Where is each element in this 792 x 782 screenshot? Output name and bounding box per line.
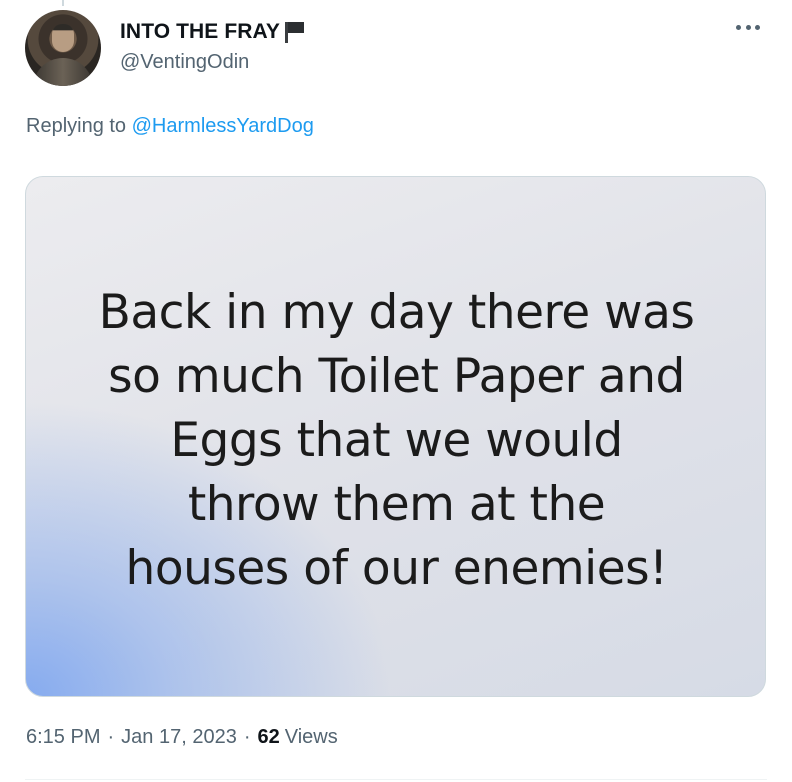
reply-mention-link[interactable]: @HarmlessYardDog	[132, 115, 314, 137]
author-display-name[interactable]: INTO THE FRAY	[120, 20, 305, 44]
meme-text-line: houses of our enemies!	[125, 541, 668, 596]
avatar[interactable]	[25, 10, 101, 86]
display-name-text: INTO THE FRAY	[120, 20, 280, 43]
meme-text-line: so much Toilet Paper and	[108, 349, 685, 404]
tweet-time[interactable]: 6:15 PM	[26, 726, 100, 749]
views-count[interactable]: 62	[257, 726, 279, 749]
replying-prefix: Replying to	[26, 115, 127, 137]
divider	[25, 779, 767, 780]
meme-text-line: throw them at the	[187, 477, 606, 532]
meta-separator: ·	[243, 726, 251, 748]
tweet-meta: 6:15 PM · Jan 17, 2023 · 62 Views	[26, 726, 338, 749]
more-options-icon[interactable]	[736, 25, 760, 33]
reply-context: Replying to @HarmlessYardDog	[26, 115, 314, 138]
black-flag-icon	[283, 20, 305, 44]
meme-text: Back in my day there was so much Toilet …	[26, 281, 765, 601]
meme-text-line: Back in my day there was	[98, 285, 695, 340]
author-handle[interactable]: @VentingOdin	[120, 51, 249, 74]
meme-text-line: Eggs that we would	[170, 413, 623, 468]
tweet-image[interactable]: Back in my day there was so much Toilet …	[25, 176, 766, 697]
meta-separator: ·	[107, 726, 115, 748]
tweet-date[interactable]: Jan 17, 2023	[121, 726, 237, 749]
thread-connector	[0, 0, 792, 6]
views-label[interactable]: Views	[285, 726, 338, 749]
